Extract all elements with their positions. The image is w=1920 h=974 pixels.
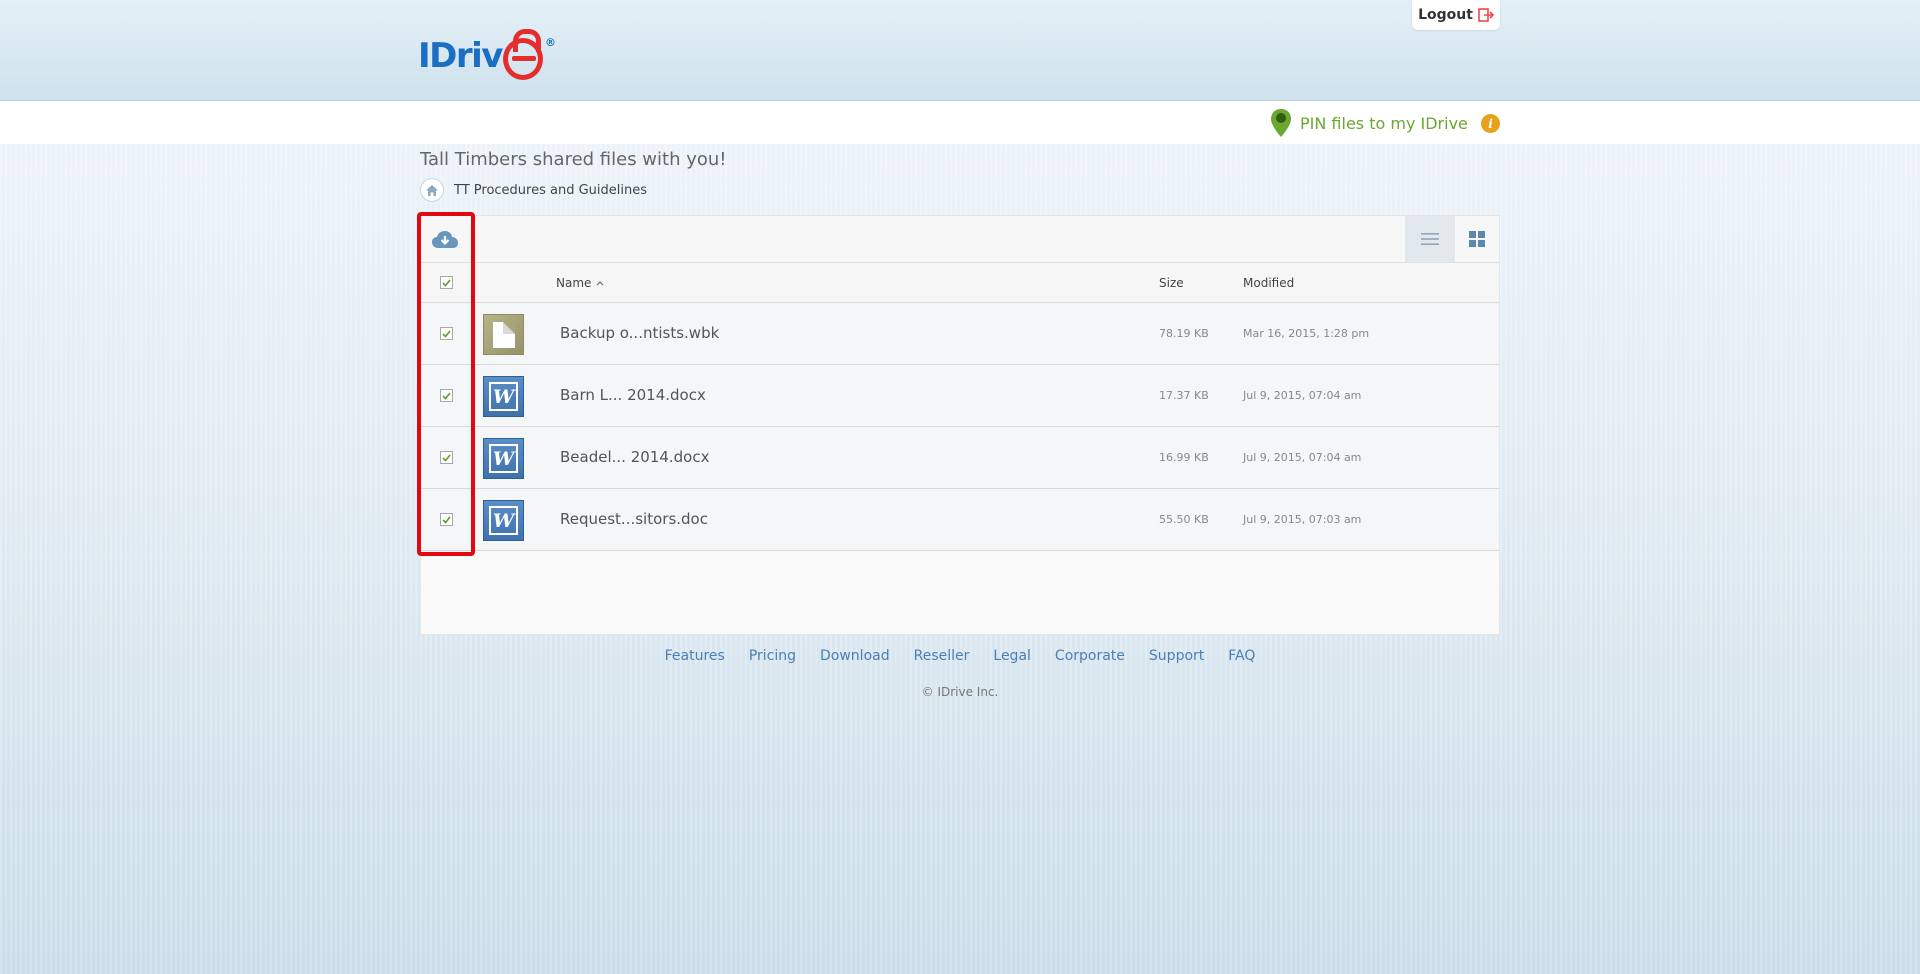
row-checkbox[interactable] (440, 327, 453, 340)
file-size: 16.99 KB (1159, 451, 1209, 464)
logo-registered-mark: ® (544, 36, 556, 49)
breadcrumb-folder[interactable]: TT Procedures and Guidelines (454, 183, 647, 198)
breadcrumb: TT Procedures and Guidelines (420, 178, 647, 202)
list-view-icon (1421, 233, 1439, 245)
footer-link-corporate[interactable]: Corporate (1055, 648, 1125, 664)
file-modified: Jul 9, 2015, 07:04 am (1243, 451, 1362, 464)
name-column-header[interactable]: Name (556, 276, 604, 290)
file-name[interactable]: Beadel... 2014.docx (560, 448, 709, 466)
map-pin-icon (1271, 109, 1291, 137)
file-modified: Mar 16, 2015, 1:28 pm (1243, 327, 1370, 340)
size-column-header[interactable]: Size (1159, 276, 1184, 290)
logo-text: IDriv (418, 36, 503, 76)
pin-bar: PIN files to my IDrive i (0, 101, 1920, 144)
checkmark-icon (442, 329, 451, 338)
cloud-download-icon[interactable] (431, 228, 459, 250)
file-name[interactable]: Backup o...ntists.wbk (560, 324, 719, 342)
word-file-icon: W (483, 500, 524, 541)
footer-link-faq[interactable]: FAQ (1228, 648, 1255, 664)
sort-ascending-icon (596, 281, 604, 286)
file-panel: Name Size Modified Backup o...ntists.wbk… (420, 215, 1500, 635)
file-size: 55.50 KB (1159, 513, 1209, 526)
info-icon[interactable]: i (1481, 114, 1500, 133)
checkmark-icon (442, 515, 451, 524)
footer-link-legal[interactable]: Legal (993, 648, 1031, 664)
row-checkbox[interactable] (440, 513, 453, 526)
page-title: Tall Timbers shared files with you! (420, 149, 727, 170)
footer-link-reseller[interactable]: Reseller (914, 648, 970, 664)
checkmark-icon (442, 391, 451, 400)
grid-view-button[interactable] (1455, 216, 1499, 262)
word-file-icon: W (483, 438, 524, 479)
word-file-icon: W (483, 376, 524, 417)
file-size: 78.19 KB (1159, 327, 1209, 340)
pin-files-label: PIN files to my IDrive (1300, 113, 1468, 133)
file-size: 17.37 KB (1159, 389, 1209, 402)
pin-files-link[interactable]: PIN files to my IDrive (1270, 109, 1468, 137)
footer-link-support[interactable]: Support (1149, 648, 1204, 664)
footer-link-pricing[interactable]: Pricing (749, 648, 796, 664)
footer-link-features[interactable]: Features (665, 648, 725, 664)
table-row[interactable]: W Barn L... 2014.docx 17.37 KB Jul 9, 20… (421, 365, 1499, 427)
home-icon[interactable] (420, 178, 444, 202)
checkmark-icon (442, 278, 451, 287)
row-checkbox[interactable] (440, 389, 453, 402)
file-name[interactable]: Barn L... 2014.docx (560, 386, 706, 404)
file-toolbar (421, 216, 1499, 263)
logout-icon (1478, 8, 1494, 22)
checkmark-icon (442, 453, 451, 462)
footer-links: Features Pricing Download Reseller Legal… (0, 648, 1920, 664)
table-header: Name Size Modified (421, 263, 1499, 303)
idrive-logo[interactable]: IDriv ® (418, 28, 556, 80)
table-row[interactable]: W Beadel... 2014.docx 16.99 KB Jul 9, 20… (421, 427, 1499, 489)
copyright: © IDrive Inc. (921, 685, 999, 699)
table-row[interactable]: W Request...sitors.doc 55.50 KB Jul 9, 2… (421, 489, 1499, 551)
footer-link-download[interactable]: Download (820, 648, 890, 664)
header: IDriv ® Logout (0, 0, 1920, 101)
file-modified: Jul 9, 2015, 07:03 am (1243, 513, 1362, 526)
file-name[interactable]: Request...sitors.doc (560, 510, 708, 528)
file-modified: Jul 9, 2015, 07:04 am (1243, 389, 1362, 402)
select-all-checkbox[interactable] (440, 276, 453, 289)
table-row[interactable]: Backup o...ntists.wbk 78.19 KB Mar 16, 2… (421, 303, 1499, 365)
list-view-button[interactable] (1405, 216, 1455, 262)
grid-view-icon (1469, 231, 1485, 247)
logout-label: Logout (1418, 7, 1473, 23)
row-checkbox[interactable] (440, 451, 453, 464)
logout-button[interactable]: Logout (1412, 0, 1500, 30)
logo-lock-e-icon (502, 29, 543, 80)
generic-file-icon (483, 314, 524, 355)
modified-column-header[interactable]: Modified (1243, 276, 1294, 290)
name-header-label: Name (556, 276, 592, 290)
